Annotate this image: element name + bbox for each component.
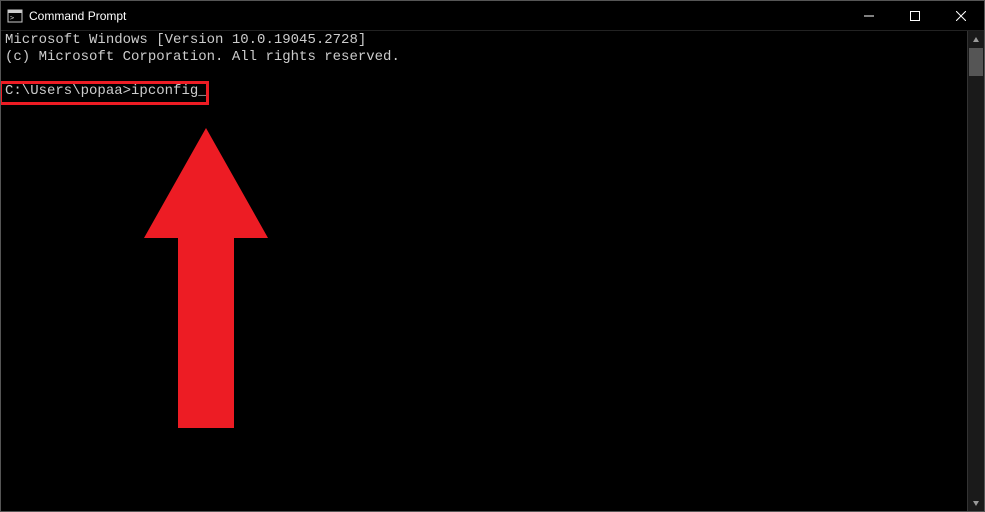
window-controls [846, 1, 984, 30]
minimize-button[interactable] [846, 1, 892, 30]
content-area: Microsoft Windows [Version 10.0.19045.27… [1, 31, 984, 511]
window-title: Command Prompt [29, 9, 846, 23]
svg-text:>_: >_ [10, 14, 19, 22]
scroll-thumb[interactable] [969, 48, 983, 76]
command-input[interactable]: ipconfig [131, 83, 207, 99]
command-prompt-window: >_ Command Prompt Microsoft Windows [Ver… [0, 0, 985, 512]
titlebar[interactable]: >_ Command Prompt [1, 1, 984, 31]
close-button[interactable] [938, 1, 984, 30]
maximize-button[interactable] [892, 1, 938, 30]
scroll-up-button[interactable] [968, 31, 984, 48]
terminal-line: Microsoft Windows [Version 10.0.19045.27… [5, 32, 366, 48]
command-prompt-icon: >_ [7, 8, 23, 24]
terminal-line: (c) Microsoft Corporation. All rights re… [5, 49, 400, 65]
annotation-arrow [69, 111, 276, 451]
scroll-down-button[interactable] [968, 494, 984, 511]
prompt-text: C:\Users\popaa> [5, 83, 131, 99]
terminal-output[interactable]: Microsoft Windows [Version 10.0.19045.27… [1, 31, 967, 511]
vertical-scrollbar[interactable] [967, 31, 984, 511]
